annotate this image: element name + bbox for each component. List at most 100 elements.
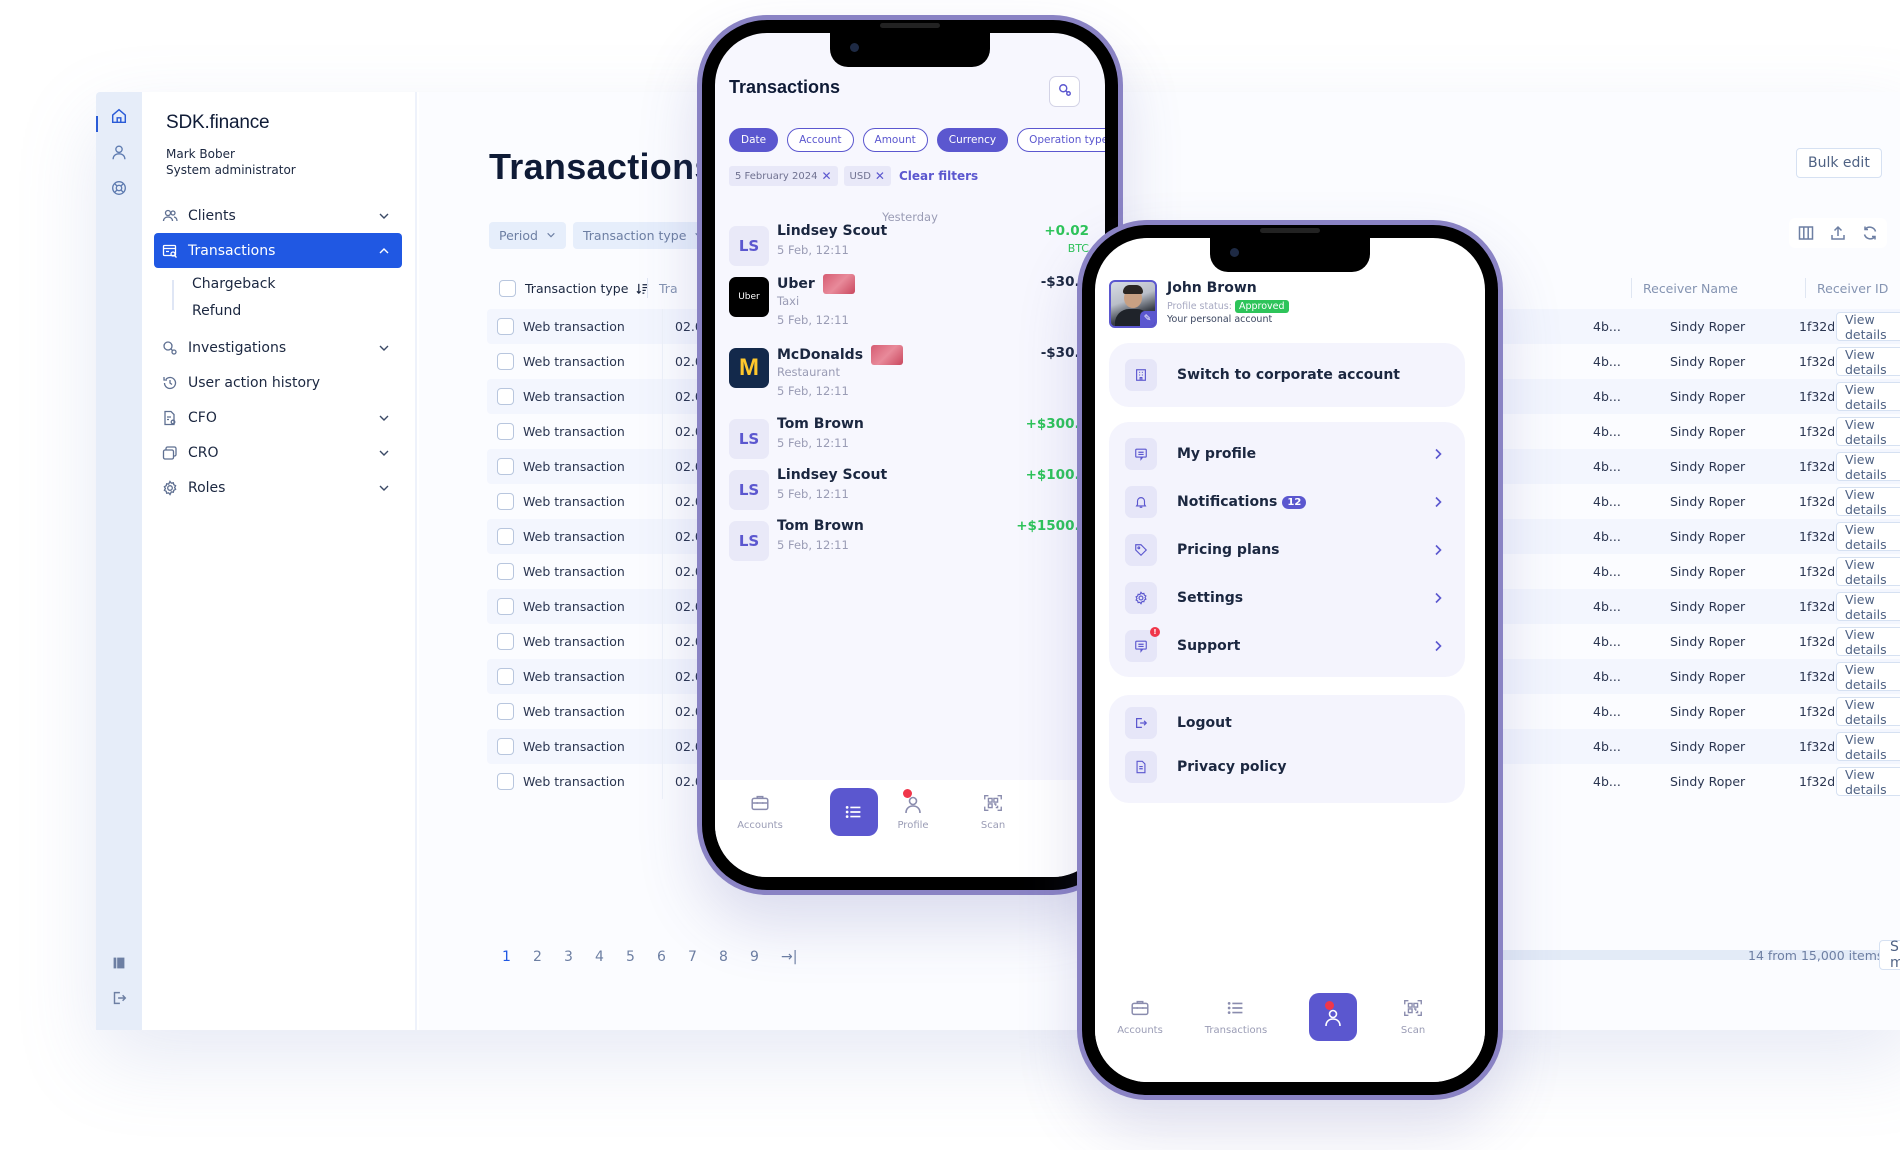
row-checkbox[interactable]	[497, 493, 514, 510]
view-details-button[interactable]: View details	[1836, 557, 1900, 587]
filter-period[interactable]: Period	[489, 222, 566, 249]
last-page-icon[interactable]: →|	[781, 949, 812, 965]
view-details-button[interactable]: View details	[1836, 662, 1900, 692]
remove-filter-icon[interactable]: ✕	[821, 169, 831, 183]
filter-chip-operation-type[interactable]: Operation type	[1017, 128, 1105, 152]
column-header-receiver-name[interactable]: Receiver Name	[1631, 276, 1738, 300]
support-icon[interactable]	[110, 179, 128, 197]
tab-accounts[interactable]: Accounts	[1105, 997, 1175, 1036]
row-checkbox[interactable]	[497, 633, 514, 650]
filter-chip-date[interactable]: Date	[729, 128, 779, 152]
transaction-type: Web transaction	[523, 529, 625, 544]
applied-filter-date[interactable]: 5 February 2024 ✕	[729, 166, 838, 186]
sidebar-item-clients[interactable]: Clients	[154, 198, 402, 233]
row-checkbox[interactable]	[497, 353, 514, 370]
menu-item-my-profile[interactable]: My profile	[1109, 430, 1465, 478]
row-checkbox[interactable]	[497, 388, 514, 405]
remove-filter-icon[interactable]: ✕	[875, 169, 885, 183]
page-7-link[interactable]: 7	[688, 949, 719, 965]
user-icon[interactable]	[110, 143, 128, 161]
page-2-link[interactable]: 2	[533, 949, 564, 965]
view-details-button[interactable]: View details	[1836, 592, 1900, 622]
row-type-cell: Web transaction	[497, 633, 625, 650]
row-checkbox[interactable]	[497, 423, 514, 440]
page-3-link[interactable]: 3	[564, 949, 595, 965]
tab-profile[interactable]: Profile	[878, 789, 948, 831]
refresh-icon[interactable]	[1861, 224, 1879, 242]
view-details-button[interactable]: View details	[1836, 697, 1900, 727]
menu-item-support[interactable]: ! Support	[1109, 622, 1465, 670]
applied-filter-label: USD	[849, 170, 871, 182]
sidebar-item-cfo[interactable]: CFO	[154, 400, 402, 435]
avatar[interactable]: ✎	[1109, 280, 1157, 328]
clear-filters-link[interactable]: Clear filters	[899, 169, 978, 183]
row-checkbox[interactable]	[497, 318, 514, 335]
page-8-link[interactable]: 8	[719, 949, 750, 965]
row-checkbox[interactable]	[497, 773, 514, 790]
transaction-ref: 4b...	[1593, 424, 1621, 439]
filter-chip-amount[interactable]: Amount	[862, 128, 928, 152]
view-details-button[interactable]: View details	[1836, 382, 1900, 412]
tab-scan[interactable]: Scan	[1378, 997, 1448, 1036]
row-checkbox[interactable]	[497, 563, 514, 580]
sidebar-subitem-refund[interactable]: Refund	[192, 297, 402, 324]
view-details-button[interactable]: View details	[1836, 522, 1900, 552]
applied-filter-currency[interactable]: USD ✕	[843, 166, 891, 186]
logout-icon[interactable]	[110, 989, 128, 1007]
tab-scan[interactable]: Scan	[958, 792, 1028, 831]
sidebar-item-cro[interactable]: CRO	[154, 435, 402, 470]
menu-item-privacy-policy[interactable]: Privacy policy	[1109, 745, 1465, 789]
column-header-receiver-id[interactable]: Receiver ID	[1805, 276, 1888, 300]
select-all-checkbox[interactable]	[499, 279, 516, 297]
columns-icon[interactable]	[1797, 224, 1815, 242]
sidebar-item-roles[interactable]: Roles	[154, 470, 402, 505]
sidebar-item-user-action-history[interactable]: User action history	[154, 365, 402, 400]
page-6-link[interactable]: 6	[657, 949, 688, 965]
view-details-button[interactable]: View details	[1836, 767, 1900, 797]
switch-to-corporate-button[interactable]: Switch to corporate account	[1109, 351, 1465, 399]
account-type: Your personal account	[1167, 314, 1273, 325]
filter-chip-account[interactable]: Account	[787, 128, 854, 152]
tab-accounts[interactable]: Accounts	[725, 792, 795, 831]
column-separator	[662, 589, 663, 624]
sidebar-item-investigations[interactable]: Investigations	[154, 330, 402, 365]
view-details-button[interactable]: View details	[1836, 627, 1900, 657]
row-checkbox[interactable]	[497, 458, 514, 475]
row-checkbox[interactable]	[497, 598, 514, 615]
switch-account-card: Switch to corporate account	[1109, 343, 1465, 407]
sidebar-item-transactions[interactable]: Transactions	[154, 233, 402, 268]
show-more-button[interactable]: Show more	[1879, 939, 1900, 971]
column-header-transaction-type[interactable]: Transaction type	[499, 276, 649, 300]
home-icon[interactable]	[110, 107, 128, 125]
page-5-link[interactable]: 5	[626, 949, 657, 965]
menu-item-settings[interactable]: Settings	[1109, 574, 1465, 622]
view-details-button[interactable]: View details	[1836, 487, 1900, 517]
column-header-transaction-date[interactable]: Tra	[647, 276, 678, 300]
filter-transaction-type[interactable]: Transaction type	[572, 222, 715, 249]
edit-avatar-icon[interactable]: ✎	[1140, 311, 1155, 326]
menu-item-logout[interactable]: Logout	[1109, 701, 1465, 745]
row-checkbox[interactable]	[497, 703, 514, 720]
export-icon[interactable]	[1829, 224, 1847, 242]
page-1-link[interactable]: 1	[502, 949, 533, 965]
tab-transactions[interactable]: Transactions	[1201, 997, 1271, 1036]
menu-item-pricing-plans[interactable]: Pricing plans	[1109, 526, 1465, 574]
filter-chip-currency[interactable]: Currency	[936, 128, 1009, 152]
bulk-edit-button[interactable]: Bulk edit	[1796, 148, 1882, 178]
page-4-link[interactable]: 4	[595, 949, 626, 965]
page-9-link[interactable]: 9	[750, 949, 781, 965]
view-details-button[interactable]: View details	[1836, 312, 1900, 342]
row-checkbox[interactable]	[497, 738, 514, 755]
row-checkbox[interactable]	[497, 668, 514, 685]
view-details-button[interactable]: View details	[1836, 452, 1900, 482]
mobile-search-button[interactable]	[1049, 76, 1080, 107]
tab-profile[interactable]	[1298, 993, 1368, 1041]
view-details-button[interactable]: View details	[1836, 417, 1900, 447]
view-details-button[interactable]: View details	[1836, 347, 1900, 377]
view-details-button[interactable]: View details	[1836, 732, 1900, 762]
sidebar-subitem-chargeback[interactable]: Chargeback	[192, 270, 402, 297]
column-header-label: Transaction type	[525, 280, 629, 296]
menu-item-notifications[interactable]: Notifications 12	[1109, 478, 1465, 526]
row-checkbox[interactable]	[497, 528, 514, 545]
panel-collapse-icon[interactable]	[110, 954, 128, 972]
